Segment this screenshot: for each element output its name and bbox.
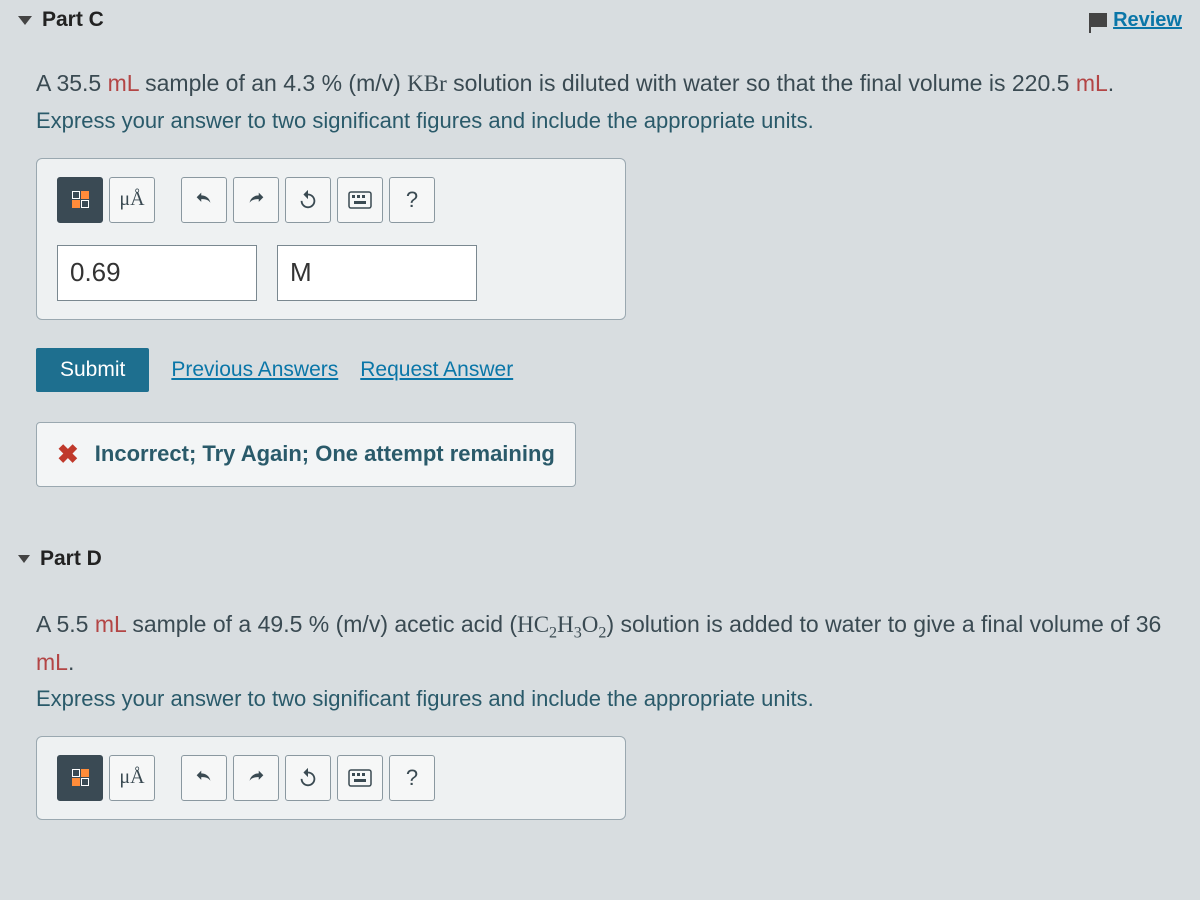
reset-button[interactable]: [285, 177, 331, 223]
reset-icon: [297, 767, 319, 789]
question-text: .: [1108, 70, 1114, 96]
part-c-title: Part C: [42, 8, 104, 32]
templates-button[interactable]: [57, 177, 103, 223]
undo-icon: [193, 189, 215, 211]
review-label: Review: [1113, 9, 1182, 32]
question-text: .: [68, 649, 74, 675]
part-d-header[interactable]: Part D: [0, 497, 1200, 577]
redo-icon: [245, 767, 267, 789]
part-c-question: A 35.5 mL sample of an 4.3 % (m/v) KBr s…: [36, 66, 1164, 102]
help-label: ?: [406, 765, 418, 791]
keyboard-button[interactable]: [337, 177, 383, 223]
redo-icon: [245, 189, 267, 211]
symbols-button[interactable]: μÅ: [109, 177, 155, 223]
feedback-text: Incorrect; Try Again; One attempt remain…: [95, 441, 555, 467]
question-chem: KBr: [407, 71, 447, 96]
toolbar: μÅ ?: [57, 177, 605, 223]
redo-button[interactable]: [233, 755, 279, 801]
keyboard-icon: [348, 191, 372, 209]
question-text: sample of a 49.5 % (m/v) acetic acid (: [126, 611, 517, 637]
reset-button[interactable]: [285, 755, 331, 801]
question-text: A 5.5: [36, 611, 95, 637]
previous-answers-link[interactable]: Previous Answers: [171, 358, 338, 382]
part-c-header[interactable]: Part C: [18, 8, 104, 32]
undo-button[interactable]: [181, 755, 227, 801]
incorrect-icon: ✖: [57, 439, 79, 470]
redo-button[interactable]: [233, 177, 279, 223]
question-unit: mL: [1076, 70, 1108, 96]
part-d-title: Part D: [40, 547, 102, 571]
collapse-caret-icon: [18, 555, 30, 563]
question-chem: HC2H3O2: [517, 612, 606, 637]
reset-icon: [297, 189, 319, 211]
question-text: ) solution is added to water to give a f…: [606, 611, 1161, 637]
help-button[interactable]: ?: [389, 755, 435, 801]
undo-button[interactable]: [181, 177, 227, 223]
toolbar-d: μÅ ?: [57, 755, 605, 801]
symbols-label: μÅ: [119, 188, 144, 211]
part-c-instruction: Express your answer to two significant f…: [36, 108, 1164, 134]
collapse-caret-icon: [18, 16, 32, 25]
unit-input[interactable]: [277, 245, 477, 301]
symbols-label: μÅ: [119, 766, 144, 789]
review-link[interactable]: Review: [1089, 9, 1182, 32]
flag-icon: [1089, 13, 1107, 27]
question-text: A 35.5: [36, 70, 108, 96]
question-text: sample of an 4.3 % (m/v): [139, 70, 407, 96]
templates-button[interactable]: [57, 755, 103, 801]
help-button[interactable]: ?: [389, 177, 435, 223]
question-unit: mL: [108, 70, 139, 96]
keyboard-button[interactable]: [337, 755, 383, 801]
answer-box: μÅ ?: [36, 158, 626, 320]
question-unit: mL: [36, 649, 68, 675]
feedback-box: ✖ Incorrect; Try Again; One attempt rema…: [36, 422, 576, 487]
part-d-instruction: Express your answer to two significant f…: [36, 686, 1164, 712]
value-input[interactable]: [57, 245, 257, 301]
help-label: ?: [406, 187, 418, 213]
answer-box-d: μÅ ?: [36, 736, 626, 820]
undo-icon: [193, 767, 215, 789]
request-answer-link[interactable]: Request Answer: [360, 358, 513, 382]
question-text: solution is diluted with water so that t…: [447, 70, 1076, 96]
symbols-button[interactable]: μÅ: [109, 755, 155, 801]
question-unit: mL: [95, 611, 126, 637]
submit-button[interactable]: Submit: [36, 348, 149, 392]
part-d-question: A 5.5 mL sample of a 49.5 % (m/v) acetic…: [36, 607, 1164, 680]
keyboard-icon: [348, 769, 372, 787]
